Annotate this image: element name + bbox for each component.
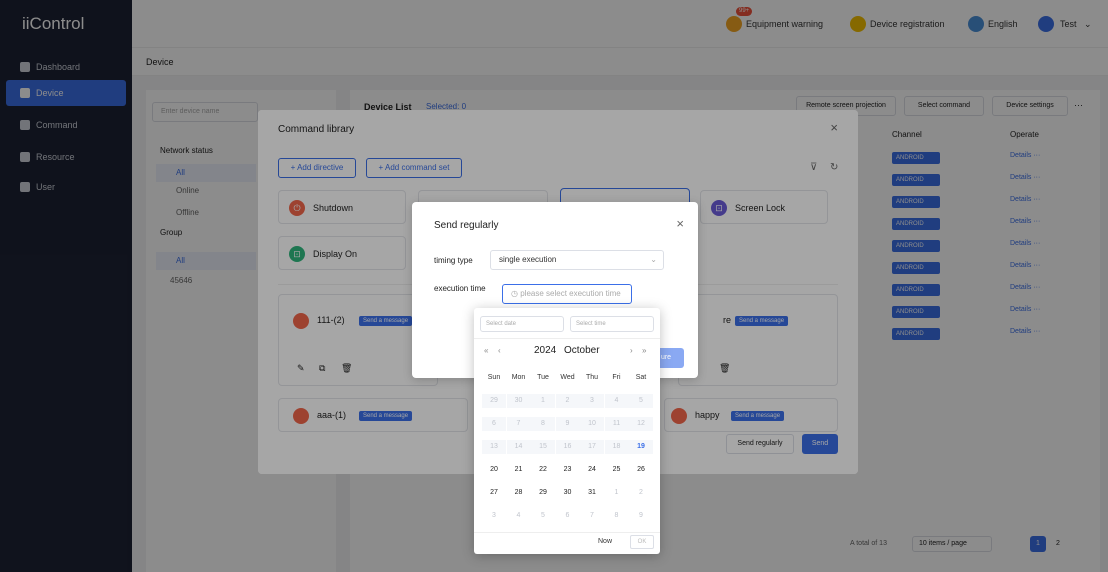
calendar-day[interactable]: 6: [556, 509, 580, 523]
calendar-day[interactable]: 28: [507, 486, 531, 500]
weekday-label: Wed: [560, 374, 575, 381]
calendar-day: 13: [482, 440, 506, 454]
weekday-label: Sun: [487, 374, 501, 381]
ok-button[interactable]: OK: [630, 535, 654, 549]
calendar-day: 15: [531, 440, 555, 454]
calendar-day[interactable]: 1: [605, 486, 629, 500]
execution-time-placeholder: please select execution time: [520, 289, 621, 298]
timing-type-select[interactable]: single execution ⌄: [490, 250, 664, 270]
calendar-day: 7: [506, 417, 531, 431]
calendar-day[interactable]: 22: [531, 463, 555, 477]
execution-time-label: execution time: [434, 284, 486, 293]
dialog-title: Send regularly: [434, 220, 499, 231]
date-picker-popup: Select date Select time « ‹ 2024 October…: [474, 308, 660, 554]
calendar-day: 29: [482, 394, 506, 408]
calendar-day[interactable]: 9: [629, 509, 653, 523]
calendar-day[interactable]: 31: [580, 486, 604, 500]
execution-time-input[interactable]: ◷ please select execution time: [502, 284, 632, 304]
now-button[interactable]: Now: [598, 538, 612, 545]
divider: [474, 532, 660, 533]
calendar-day[interactable]: 19: [629, 440, 653, 454]
calendar-day[interactable]: 4: [507, 509, 531, 523]
calendar-day: 9: [555, 417, 580, 431]
calendar-day: 8: [531, 417, 555, 431]
weekday-label: Tue: [537, 374, 549, 381]
select-time-input[interactable]: Select time: [570, 316, 654, 332]
weekday-label: Fri: [612, 374, 621, 381]
calendar-day: 4: [604, 394, 629, 408]
timing-type-label: timing type: [434, 256, 473, 265]
weekday-label: Sat: [635, 374, 647, 381]
calendar-day[interactable]: 30: [556, 486, 580, 500]
weekday-label: Mon: [511, 374, 526, 381]
calendar-day[interactable]: 8: [605, 509, 629, 523]
year-label[interactable]: 2024: [534, 345, 556, 356]
calendar-day: 3: [580, 394, 604, 408]
month-label[interactable]: October: [564, 345, 600, 356]
next-month-icon[interactable]: ›: [630, 346, 633, 355]
timing-type-value: single execution: [499, 255, 557, 264]
clock-icon: ◷: [511, 289, 518, 298]
calendar-day[interactable]: 24: [580, 463, 604, 477]
next-year-icon[interactable]: »: [642, 346, 646, 355]
calendar-day[interactable]: 21: [507, 463, 531, 477]
calendar-day[interactable]: 25: [605, 463, 629, 477]
calendar-day: 12: [629, 417, 653, 431]
calendar-day: 30: [506, 394, 531, 408]
calendar-day: 2: [555, 394, 580, 408]
calendar-day: 10: [580, 417, 604, 431]
select-date-input[interactable]: Select date: [480, 316, 564, 332]
prev-year-icon[interactable]: «: [484, 346, 488, 355]
calendar-day[interactable]: 7: [580, 509, 604, 523]
calendar-day[interactable]: 20: [482, 463, 506, 477]
prev-month-icon[interactable]: ‹: [498, 346, 501, 355]
calendar-day: 11: [604, 417, 629, 431]
calendar-day[interactable]: 26: [629, 463, 653, 477]
calendar-day[interactable]: 5: [531, 509, 555, 523]
calendar-day: 6: [482, 417, 506, 431]
calendar-day: 16: [555, 440, 580, 454]
calendar-day[interactable]: 2: [629, 486, 653, 500]
chevron-down-icon: ⌄: [650, 255, 657, 264]
calendar-day[interactable]: 23: [556, 463, 580, 477]
calendar-day: 17: [580, 440, 604, 454]
calendar-day: 14: [506, 440, 531, 454]
calendar-day[interactable]: 29: [531, 486, 555, 500]
calendar-day[interactable]: 3: [482, 509, 506, 523]
calendar-day[interactable]: 27: [482, 486, 506, 500]
weekday-label: Thu: [585, 374, 599, 381]
calendar-day: 18: [604, 440, 629, 454]
calendar-day: 1: [531, 394, 555, 408]
close-icon[interactable]: ×: [676, 216, 684, 231]
calendar-day: 5: [629, 394, 653, 408]
divider: [474, 338, 660, 339]
